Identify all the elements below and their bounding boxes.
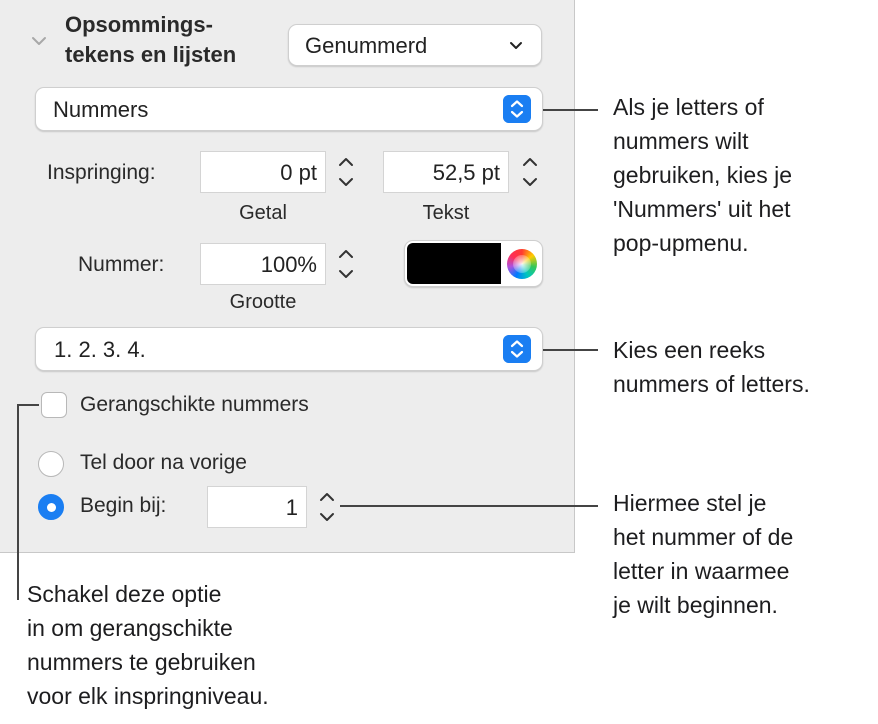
text-indent-field[interactable]: 52,5 pt xyxy=(383,151,509,193)
indent-label: Inspringing: xyxy=(47,161,156,184)
continue-numbering-label[interactable]: Tel door na vorige xyxy=(80,451,247,475)
continue-numbering-radio[interactable] xyxy=(38,451,64,477)
bullet-type-popup-value: Nummers xyxy=(53,97,149,122)
chevron-down-icon[interactable] xyxy=(30,34,48,48)
number-size-field[interactable]: 100% xyxy=(200,243,326,285)
number-size-value: 100% xyxy=(260,252,317,277)
number-indent-stepper[interactable] xyxy=(333,150,359,194)
number-sequence-popup-value: 1. 2. 3. 4. xyxy=(54,337,146,362)
callout-start-text: Hiermee stel je het nummer of de letter … xyxy=(613,490,794,618)
color-wheel-icon[interactable] xyxy=(507,249,537,279)
list-style-popup-value: Genummerd xyxy=(305,33,428,58)
text-indent-stepper[interactable] xyxy=(517,150,543,194)
callout-line-sequence xyxy=(543,349,598,351)
callout-line-type xyxy=(543,109,598,111)
start-at-stepper[interactable] xyxy=(314,485,340,529)
callout-line-start xyxy=(340,505,598,507)
up-down-chevron-icon xyxy=(503,335,531,363)
section-title-line2: tekens en lijsten xyxy=(65,42,237,67)
callout-tiered-text: Schakel deze optie in om gerangschikte n… xyxy=(27,581,269,709)
start-at-label[interactable]: Begin bij: xyxy=(80,494,166,518)
section-title: Opsommings- tekens en lijsten xyxy=(65,10,236,70)
start-at-value: 1 xyxy=(285,495,298,520)
number-sequence-popup[interactable]: 1. 2. 3. 4. xyxy=(35,327,543,371)
text-indent-caption: Tekst xyxy=(422,202,470,224)
tiered-numbers-label[interactable]: Gerangschikte nummers xyxy=(80,393,309,417)
number-indent-value: 0 pt xyxy=(280,160,317,185)
up-down-chevron-icon xyxy=(503,95,531,123)
callout-line-tiered-v xyxy=(17,404,19,600)
number-label: Nummer: xyxy=(78,253,165,276)
bullet-type-popup[interactable]: Nummers xyxy=(35,87,543,131)
text-indent-value: 52,5 pt xyxy=(432,160,500,185)
start-at-field[interactable]: 1 xyxy=(207,486,307,528)
number-color-well[interactable] xyxy=(404,240,543,287)
callout-sequence-text: Kies een reeks nummers of letters. xyxy=(613,337,810,397)
number-size-stepper[interactable] xyxy=(333,242,359,286)
number-indent-caption: Getal xyxy=(239,202,287,224)
number-size-caption: Grootte xyxy=(229,291,297,313)
start-at-radio[interactable] xyxy=(38,494,64,520)
chevron-down-icon xyxy=(510,42,522,49)
callout-line-tiered-h xyxy=(17,404,39,406)
color-swatch xyxy=(407,243,501,284)
callout-type-text: Als je letters of nummers wilt gebruiken… xyxy=(613,94,792,256)
number-indent-field[interactable]: 0 pt xyxy=(200,151,326,193)
section-title-line1: Opsommings- xyxy=(65,12,213,37)
list-style-popup[interactable]: Genummerd xyxy=(288,24,542,66)
tiered-numbers-checkbox[interactable] xyxy=(41,392,67,418)
